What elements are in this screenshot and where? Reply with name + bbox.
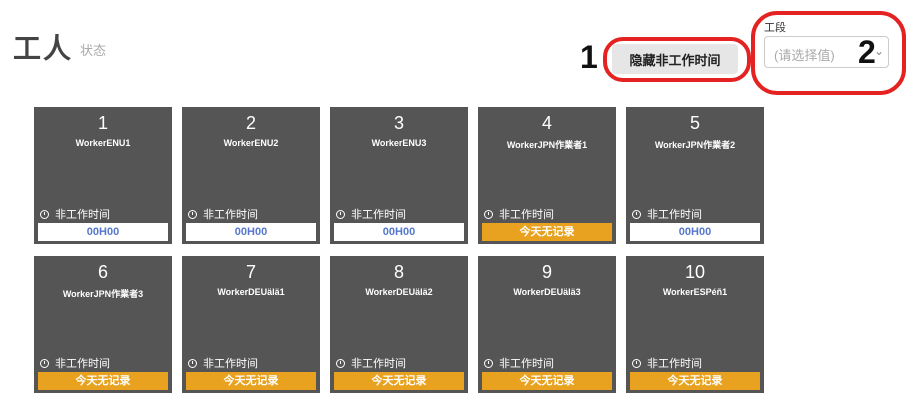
worker-no-record-bar: 今天无记录 [38,372,168,390]
clock-icon [484,209,493,219]
annotation-number-2: 2 [858,34,876,70]
worker-card[interactable]: 2 WorkerENU2 非工作时间 00H00 [182,107,320,244]
worker-number: 3 [393,113,404,133]
worker-name: WorkerJPN作業者3 [62,289,144,299]
worker-name: WorkerJPN作業者2 [654,140,736,150]
worker-number: 1 [97,113,108,133]
worker-card[interactable]: 4 WorkerJPN作業者1 非工作时间 今天无记录 [478,107,616,244]
segment-label: 工段 [764,22,786,34]
worker-time-bar: 00H00 [38,223,168,241]
clock-icon [632,209,641,219]
worker-status: 非工作时间 [188,206,258,222]
clock-icon [40,358,49,368]
worker-card[interactable]: 8 WorkerDEUälä2 非工作时间 今天无记录 [330,256,468,393]
worker-status: 非工作时间 [40,355,110,371]
clock-icon [632,358,641,368]
worker-number: 2 [245,113,256,133]
worker-card[interactable]: 10 WorkerESPéñ1 非工作时间 今天无记录 [626,256,764,393]
worker-status: 非工作时间 [40,206,110,222]
worker-status: 非工作时间 [336,355,406,371]
hide-non-working-button[interactable]: 隐藏非工作时间 [612,44,738,74]
clock-icon [188,358,197,368]
worker-status: 非工作时间 [484,206,554,222]
worker-card[interactable]: 9 WorkerDEUälä3 非工作时间 今天无记录 [478,256,616,393]
page-title: 工人 [13,33,74,64]
worker-card[interactable]: 3 WorkerENU3 非工作时间 00H00 [330,107,468,244]
worker-time-bar: 00H00 [334,223,464,241]
clock-icon [484,358,493,368]
worker-status: 非工作时间 [632,206,702,222]
worker-status: 非工作时间 [336,206,406,222]
worker-status: 非工作时间 [188,355,258,371]
worker-name: WorkerDEUälä1 [217,287,285,297]
worker-name: WorkerDEUälä3 [513,287,581,297]
clock-icon [188,209,197,219]
worker-no-record-bar: 今天无记录 [630,372,760,390]
worker-number: 7 [245,262,256,282]
worker-name: WorkerESPéñ1 [662,287,728,297]
worker-card[interactable]: 1 WorkerENU1 非工作时间 00H00 [34,107,172,244]
worker-name: WorkerENU3 [371,138,427,148]
segment-placeholder: (请选择值) [774,48,835,63]
worker-no-record-bar: 今天无记录 [482,223,612,241]
worker-status: 非工作时间 [484,355,554,371]
worker-number: 8 [393,262,404,282]
worker-number: 9 [541,262,552,282]
worker-number: 5 [689,113,700,133]
clock-icon [336,358,345,368]
worker-card[interactable]: 7 WorkerDEUälä1 非工作时间 今天无记录 [182,256,320,393]
worker-no-record-bar: 今天无记录 [334,372,464,390]
worker-number: 10 [684,262,706,282]
worker-no-record-bar: 今天无记录 [482,372,612,390]
clock-icon [40,209,49,219]
worker-time-bar: 00H00 [186,223,316,241]
worker-status: 非工作时间 [632,355,702,371]
worker-time-bar: 00H00 [630,223,760,241]
worker-card[interactable]: 6 WorkerJPN作業者3 非工作时间 今天无记录 [34,256,172,393]
clock-icon [336,209,345,219]
annotation-number-1: 1 [580,39,598,75]
page-subtitle: 状态 [80,43,107,58]
worker-card[interactable]: 5 WorkerJPN作業者2 非工作时间 00H00 [626,107,764,244]
worker-name: WorkerDEUälä2 [365,287,433,297]
worker-number: 4 [541,113,552,133]
worker-name: WorkerENU2 [223,138,279,148]
worker-name: WorkerJPN作業者1 [506,140,588,150]
worker-name: WorkerENU1 [75,138,131,148]
worker-number: 6 [97,262,108,282]
worker-no-record-bar: 今天无记录 [186,372,316,390]
